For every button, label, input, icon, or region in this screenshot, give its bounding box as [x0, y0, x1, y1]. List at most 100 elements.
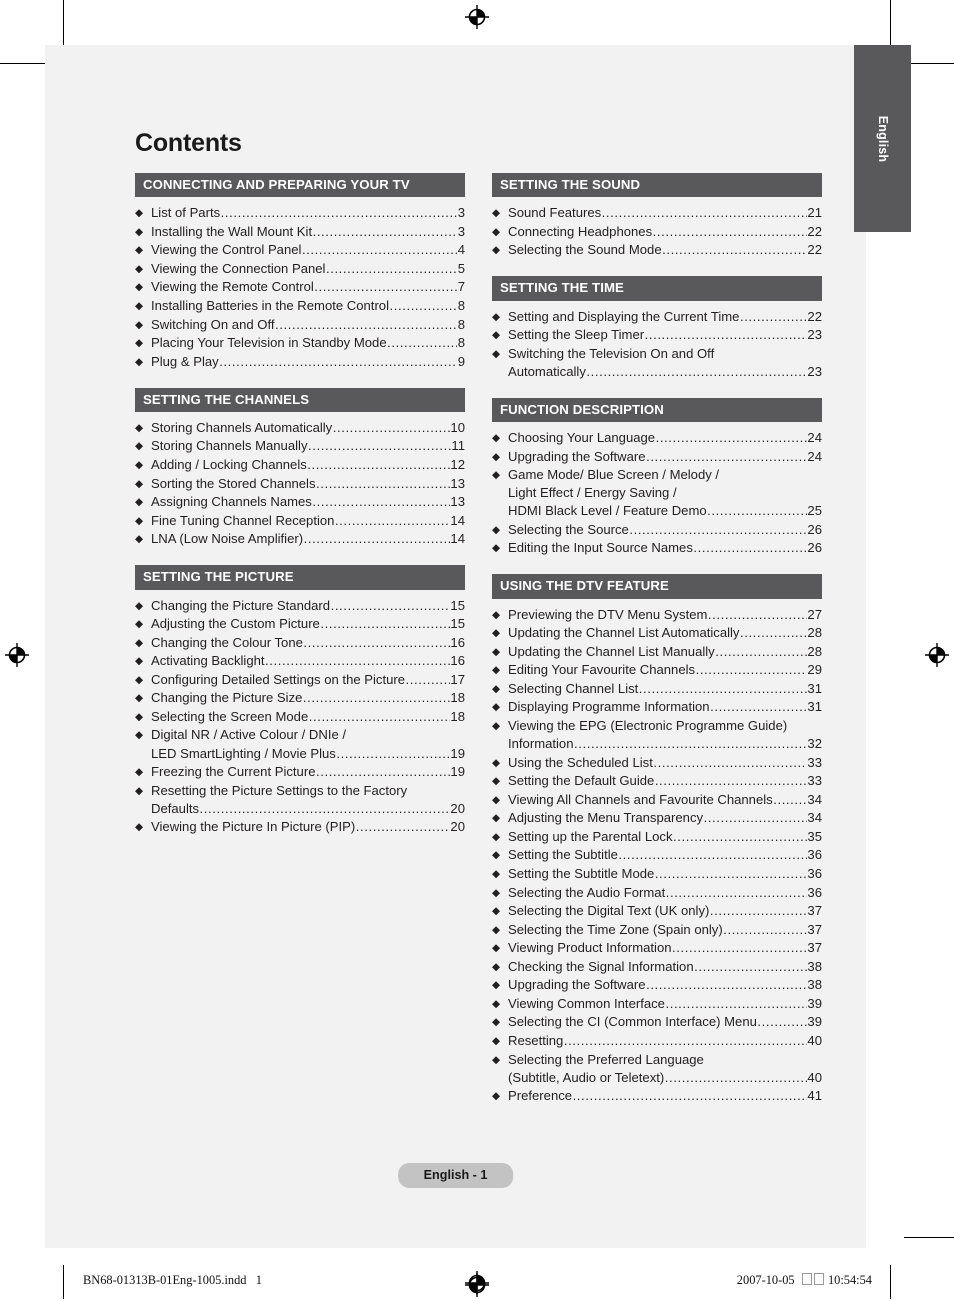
toc-entry[interactable]: ◆ Storing Channels Automatically.........…: [135, 419, 465, 437]
toc-entry[interactable]: ◆ Setting the Subtitle Mode..............…: [492, 865, 822, 883]
toc-entry[interactable]: ◆ Adjusting the Custom Picture...........…: [135, 615, 465, 633]
toc-entry-page: 4: [457, 242, 465, 258]
toc-entry[interactable]: ◆ Selecting the CI (Common Interface) Men…: [492, 1013, 822, 1031]
toc-entry[interactable]: ◆ Selecting the Audio Format.............…: [492, 884, 822, 902]
toc-entry[interactable]: ◆ Viewing the EPG (Electronic Programme G…: [492, 717, 822, 753]
dot-leader: ........................................…: [707, 503, 807, 519]
toc-entry[interactable]: ◆ Upgrading the Software.................…: [492, 448, 822, 466]
section-heading: SETTING THE TIME: [492, 276, 822, 301]
diamond-bullet-icon: ◆: [135, 821, 144, 834]
toc-entry[interactable]: ◆ Freezing the Current Picture...........…: [135, 763, 465, 781]
toc-entry[interactable]: ◆ Setting and Displaying the Current Time…: [492, 308, 822, 326]
toc-entry[interactable]: ◆ Changing the Picture Size..............…: [135, 689, 465, 707]
toc-entry[interactable]: ◆ Selecting the Source...................…: [492, 521, 822, 539]
toc-entry[interactable]: ◆ Digital NR / Active Colour / DNIe / LED …: [135, 726, 465, 762]
toc-entry[interactable]: ◆ Editing Your Favourite Channels........…: [492, 661, 822, 679]
diamond-bullet-icon: ◆: [492, 830, 501, 843]
toc-entry[interactable]: ◆ Selecting the Digital Text (UK only)...…: [492, 902, 822, 920]
toc-entry-body: Changing the Colour Tone................…: [151, 634, 465, 652]
toc-entry[interactable]: ◆ Resetting..............................…: [492, 1032, 822, 1050]
production-footer: BN68-01313B-01Eng-1005.indd 1 2007-10-05…: [0, 1264, 954, 1301]
dot-leader: ........................................…: [644, 327, 807, 343]
toc-entry[interactable]: ◆ Activating Backlight...................…: [135, 652, 465, 670]
print-date: 2007-10-05: [736, 1273, 795, 1287]
toc-entry-title: Using the Scheduled List: [508, 754, 653, 770]
toc-entry[interactable]: ◆ Preference.............................…: [492, 1087, 822, 1105]
toc-entry[interactable]: ◆ Storing Channels Manually..............…: [135, 437, 465, 455]
toc-entry-page: 23: [807, 327, 822, 343]
toc-entry[interactable]: ◆ Viewing the Control Panel..............…: [135, 241, 465, 259]
toc-entry[interactable]: ◆ Game Mode/ Blue Screen / Melody / Light …: [492, 466, 822, 520]
toc-entry-title-last-line: (Subtitle, Audio or Teletext): [508, 1069, 665, 1085]
diamond-bullet-icon: ◆: [492, 1035, 501, 1047]
toc-entry[interactable]: ◆ Connecting Headphones..................…: [492, 223, 822, 241]
toc-entry-body: Selecting the Source....................…: [508, 521, 822, 539]
diamond-bullet-icon: ◆: [492, 997, 501, 1010]
toc-entry-body: Setting the Subtitle Mode...............…: [508, 865, 822, 883]
section-heading: SETTING THE SOUND: [492, 173, 822, 198]
toc-entry[interactable]: ◆ Setting the Sleep Timer................…: [492, 326, 822, 344]
toc-entry[interactable]: ◆ Viewing All Channels and Favourite Chan…: [492, 791, 822, 809]
toc-entry[interactable]: ◆ Switching On and Off...................…: [135, 316, 465, 334]
toc-entry[interactable]: ◆ Adjusting the Menu Transparency........…: [492, 809, 822, 827]
toc-entry[interactable]: ◆ Sound Features.........................…: [492, 204, 822, 222]
toc-entry[interactable]: ◆ Using the Scheduled List...............…: [492, 754, 822, 772]
toc-entry-page: 13: [450, 494, 465, 510]
toc-entry-body: Displaying Programme Information........…: [508, 698, 822, 716]
toc-entry[interactable]: ◆ Selecting the Preferred Language (Subtit…: [492, 1051, 822, 1087]
toc-entry[interactable]: ◆ Displaying Programme Information.......…: [492, 698, 822, 716]
toc-entry[interactable]: ◆ Installing Batteries in the Remote Cont…: [135, 297, 465, 315]
registration-target-footer: [465, 1271, 489, 1295]
toc-entry-title: Sorting the Stored Channels: [151, 475, 316, 491]
toc-entry[interactable]: ◆ Fine Tuning Channel Reception..........…: [135, 512, 465, 530]
toc-entry[interactable]: ◆ Plug & Play............................…: [135, 353, 465, 371]
diamond-bullet-icon: ◆: [135, 514, 144, 527]
toc-entry-page: 37: [807, 921, 822, 937]
toc-entry-page: 11: [451, 438, 465, 454]
toc-entry[interactable]: ◆ Configuring Detailed Settings on the Pi…: [135, 671, 465, 689]
toc-entry[interactable]: ◆ Assigning Channels Names...............…: [135, 493, 465, 511]
print-time: 10:54:54: [827, 1273, 872, 1287]
toc-entry-title: Configuring Detailed Settings on the Pic…: [151, 671, 406, 687]
toc-entry[interactable]: ◆ Editing the Input Source Names.........…: [492, 539, 822, 557]
dot-leader: ........................................…: [694, 958, 807, 974]
toc-entry[interactable]: ◆ Resetting the Picture Settings to the F…: [135, 782, 465, 818]
toc-entry[interactable]: ◆ Changing the Colour Tone...............…: [135, 634, 465, 652]
toc-entry[interactable]: ◆ Checking the Signal Information........…: [492, 958, 822, 976]
toc-entry[interactable]: ◆ Setting up the Parental Lock...........…: [492, 828, 822, 846]
toc-entry[interactable]: ◆ Choosing Your Language.................…: [492, 429, 822, 447]
toc-entry[interactable]: ◆ Selecting Channel List.................…: [492, 680, 822, 698]
toc-entry[interactable]: ◆ Previewing the DTV Menu System.........…: [492, 606, 822, 624]
dot-leader: ........................................…: [308, 708, 450, 724]
toc-entry[interactable]: ◆ Updating the Channel List Manually.....…: [492, 643, 822, 661]
toc-entry[interactable]: ◆ Viewing Product Information............…: [492, 939, 822, 957]
toc-entry[interactable]: ◆ Placing Your Television in Standby Mode…: [135, 334, 465, 352]
toc-entry[interactable]: ◆ Switching the Television On and Off Auto…: [492, 345, 822, 381]
toc-entry[interactable]: ◆ Selecting the Screen Mode..............…: [135, 708, 465, 726]
toc-entry[interactable]: ◆ LNA (Low Noise Amplifier)..............…: [135, 530, 465, 548]
toc-entry[interactable]: ◆ Sorting the Stored Channels............…: [135, 475, 465, 493]
toc-entry[interactable]: ◆ Upgrading the Software.................…: [492, 976, 822, 994]
toc-entry[interactable]: ◆ Adding / Locking Channels..............…: [135, 456, 465, 474]
toc-entry[interactable]: ◆ Setting the Default Guide..............…: [492, 772, 822, 790]
dot-leader: ........................................…: [316, 475, 450, 491]
toc-entry[interactable]: ◆ Viewing Common Interface...............…: [492, 995, 822, 1013]
toc-section: USING THE DTV FEATURE ◆ Previewing the DTV…: [492, 574, 822, 1105]
toc-entry[interactable]: ◆ List of Parts..........................…: [135, 204, 465, 222]
toc-entry-body: Checking the Signal Information.........…: [508, 958, 822, 976]
toc-entry[interactable]: ◆ Viewing the Picture In Picture (PIP)...…: [135, 818, 465, 836]
toc-entry-page: 18: [450, 708, 465, 724]
diamond-bullet-icon: ◆: [135, 618, 144, 631]
toc-entry-page: 32: [807, 736, 822, 751]
toc-entry[interactable]: ◆ Selecting the Time Zone (Spain only)...…: [492, 921, 822, 939]
toc-entry[interactable]: ◆ Viewing the Connection Panel...........…: [135, 260, 465, 278]
toc-entry[interactable]: ◆ Selecting the Sound Mode...............…: [492, 241, 822, 259]
toc-entry[interactable]: ◆ Updating the Channel List Automatically…: [492, 624, 822, 642]
diamond-bullet-icon: ◆: [492, 867, 501, 880]
toc-entry[interactable]: ◆ Viewing the Remote Control.............…: [135, 278, 465, 296]
toc-entry[interactable]: ◆ Changing the Picture Standard..........…: [135, 597, 465, 615]
toc-entry-title: Upgrading the Software: [508, 448, 646, 464]
toc-entry[interactable]: ◆ Installing the Wall Mount Kit..........…: [135, 223, 465, 241]
diamond-bullet-icon: ◆: [492, 450, 501, 463]
toc-entry[interactable]: ◆ Setting the Subtitle...................…: [492, 846, 822, 864]
